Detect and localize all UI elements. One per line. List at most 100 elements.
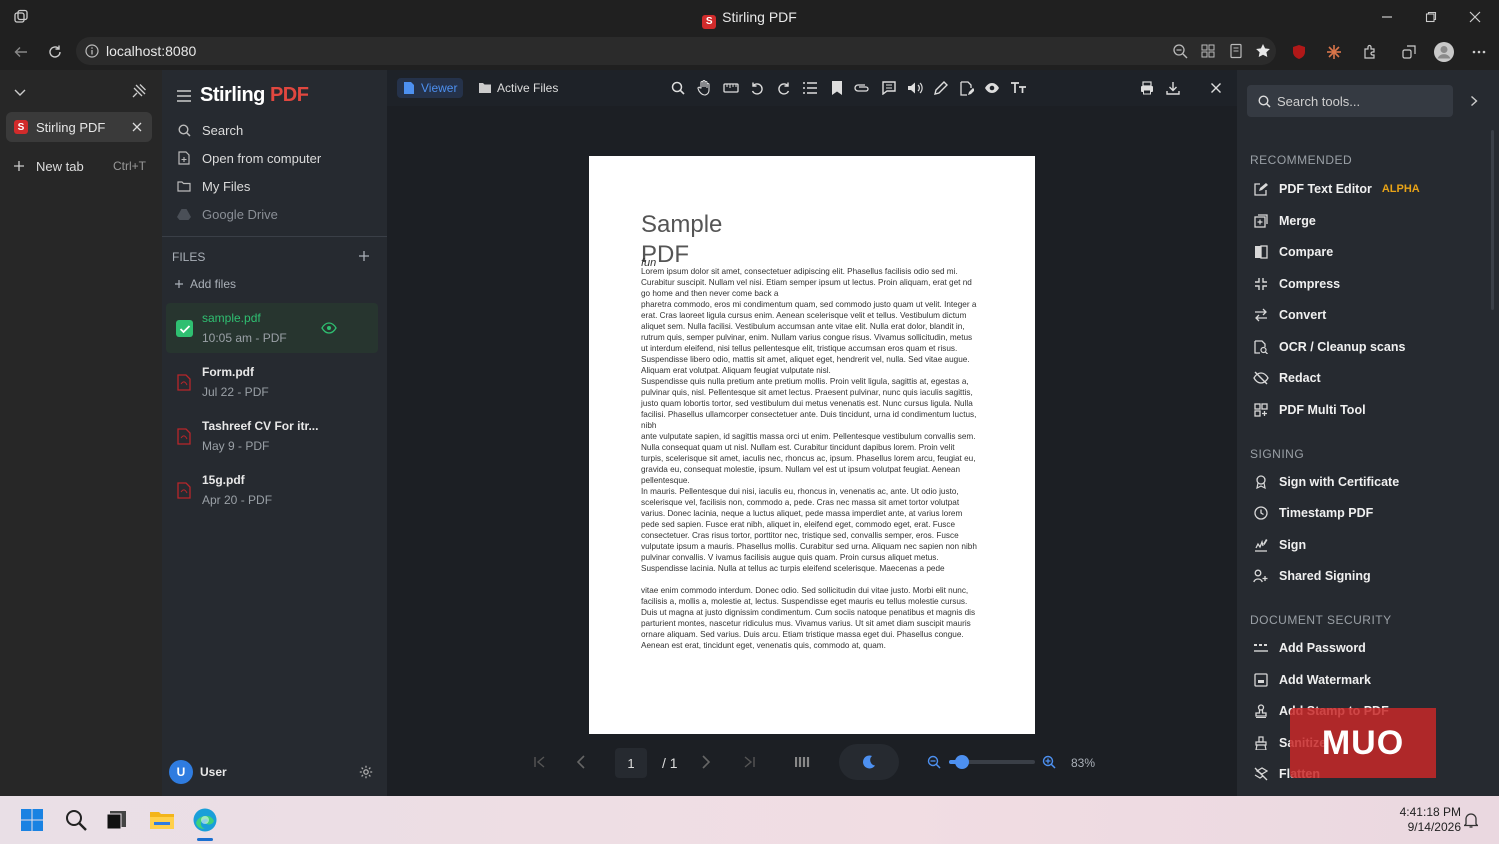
apps-icon[interactable] bbox=[1200, 43, 1216, 59]
reload-icon[interactable] bbox=[46, 43, 64, 61]
nav-search[interactable]: Search bbox=[176, 119, 243, 141]
zoom-slider[interactable] bbox=[949, 755, 1035, 769]
reading-view-icon[interactable] bbox=[1228, 43, 1244, 59]
zoom-page-icon[interactable] bbox=[1172, 43, 1188, 59]
file-icon bbox=[176, 151, 192, 165]
back-icon[interactable] bbox=[12, 43, 30, 61]
tool-sign-with-certificate[interactable]: Sign with Certificate bbox=[1253, 471, 1399, 493]
text-tool-icon[interactable] bbox=[1011, 80, 1027, 96]
first-page-icon[interactable] bbox=[533, 755, 547, 769]
next-page-icon[interactable] bbox=[699, 755, 713, 769]
search-tools-input[interactable] bbox=[1277, 92, 1447, 110]
nav-google-drive[interactable]: Google Drive bbox=[176, 203, 278, 225]
search-icon[interactable] bbox=[670, 80, 686, 96]
checkbox-checked-icon[interactable] bbox=[176, 320, 193, 337]
eye-icon[interactable] bbox=[984, 80, 1000, 96]
more-menu-icon[interactable] bbox=[1470, 43, 1488, 61]
tool-timestamp-pdf[interactable]: Timestamp PDF bbox=[1253, 502, 1373, 524]
tool-add-password[interactable]: Add Password bbox=[1253, 637, 1366, 659]
tools-scrollbar[interactable] bbox=[1491, 130, 1494, 310]
task-view-icon[interactable] bbox=[103, 806, 131, 834]
tool-pdf-text-editor[interactable]: PDF Text Editor ALPHA bbox=[1253, 178, 1420, 200]
tool-ocr[interactable]: OCR / Cleanup scans bbox=[1253, 336, 1405, 358]
search-tools-box[interactable] bbox=[1247, 85, 1453, 117]
ruler-icon[interactable] bbox=[723, 80, 739, 96]
zoom-out-icon[interactable] bbox=[926, 754, 942, 770]
edge-browser-icon[interactable] bbox=[191, 806, 219, 834]
tool-pdf-multi-tool[interactable]: PDF Multi Tool bbox=[1253, 399, 1366, 421]
close-tab-icon[interactable] bbox=[130, 120, 144, 134]
speaker-icon[interactable] bbox=[907, 80, 923, 96]
close-window-icon[interactable] bbox=[1464, 6, 1486, 28]
dark-mode-toggle[interactable] bbox=[839, 744, 899, 780]
tool-convert[interactable]: Convert bbox=[1253, 304, 1326, 326]
rotate-right-icon[interactable] bbox=[776, 80, 792, 96]
notification-bell-icon[interactable] bbox=[1463, 812, 1479, 828]
browser-tab-stirling[interactable]: S Stirling PDF bbox=[6, 112, 152, 142]
unpin-pane-icon[interactable] bbox=[130, 82, 148, 100]
address-bar[interactable]: localhost:8080 bbox=[76, 37, 1276, 65]
download-icon[interactable] bbox=[1165, 80, 1181, 96]
windows-start-icon[interactable] bbox=[18, 806, 46, 834]
list-icon[interactable] bbox=[802, 80, 818, 96]
minimize-icon[interactable] bbox=[1376, 6, 1398, 28]
eye-icon[interactable] bbox=[321, 321, 337, 335]
nav-open-from-computer[interactable]: Open from computer bbox=[176, 147, 321, 169]
profile-avatar-icon[interactable] bbox=[1433, 41, 1455, 63]
zoom-in-icon[interactable] bbox=[1041, 754, 1057, 770]
file-item[interactable]: Tashreef CV For itr... May 9 - PDF bbox=[166, 411, 378, 461]
zoom-slider-thumb[interactable] bbox=[955, 755, 969, 769]
file-item[interactable]: Form.pdf Jul 22 - PDF bbox=[166, 357, 378, 407]
chevron-down-icon[interactable] bbox=[12, 84, 28, 100]
settings-gear-icon[interactable] bbox=[358, 764, 374, 780]
add-file-plus-icon[interactable] bbox=[357, 249, 371, 263]
rotate-left-icon[interactable] bbox=[749, 80, 765, 96]
file-item[interactable]: 15g.pdf Apr 20 - PDF bbox=[166, 465, 378, 515]
app-left-sidebar: Stirling PDF Search Open from computer M… bbox=[162, 70, 387, 796]
page-number-input[interactable]: 1 bbox=[615, 748, 647, 778]
comment-icon[interactable] bbox=[881, 80, 897, 96]
file-item-selected[interactable]: sample.pdf 10:05 am - PDF bbox=[166, 303, 378, 353]
add-files-button[interactable]: Add files bbox=[174, 273, 236, 295]
tab-viewer[interactable]: Viewer bbox=[397, 78, 464, 98]
close-viewer-icon[interactable] bbox=[1208, 80, 1224, 96]
tool-compress[interactable]: Compress bbox=[1253, 273, 1340, 295]
favorite-star-icon[interactable] bbox=[1254, 42, 1272, 60]
pan-hand-icon[interactable] bbox=[696, 80, 712, 96]
edit-icon bbox=[1253, 181, 1269, 197]
tool-merge[interactable]: Merge bbox=[1253, 210, 1316, 232]
info-icon[interactable] bbox=[84, 43, 100, 59]
new-tab-button[interactable]: New tab Ctrl+T bbox=[12, 156, 152, 176]
attachment-icon[interactable] bbox=[854, 80, 870, 96]
section-recommended: RECOMMENDED bbox=[1250, 153, 1353, 167]
user-avatar[interactable]: U bbox=[169, 760, 193, 784]
tab-active-files[interactable]: Active Files bbox=[473, 78, 564, 98]
restore-icon[interactable] bbox=[1420, 6, 1442, 28]
tool-add-watermark[interactable]: Add Watermark bbox=[1253, 669, 1371, 691]
tool-compare[interactable]: Compare bbox=[1253, 241, 1333, 263]
url-text[interactable]: localhost:8080 bbox=[106, 43, 196, 59]
tool-redact[interactable]: Redact bbox=[1253, 367, 1321, 389]
page-grid-icon[interactable] bbox=[795, 755, 811, 769]
previous-page-icon[interactable] bbox=[574, 755, 588, 769]
extensions-puzzle-icon[interactable] bbox=[1361, 43, 1379, 61]
bookmark-icon[interactable] bbox=[829, 80, 845, 96]
hamburger-menu-icon[interactable] bbox=[176, 88, 192, 104]
system-clock[interactable]: 4:41:18 PM 9/14/2026 bbox=[1400, 805, 1461, 835]
nav-my-files[interactable]: My Files bbox=[176, 175, 250, 197]
tool-sign[interactable]: Sign bbox=[1253, 534, 1306, 556]
last-page-icon[interactable] bbox=[742, 755, 756, 769]
tool-shared-signing[interactable]: Shared Signing bbox=[1253, 565, 1371, 587]
chevron-right-icon[interactable] bbox=[1467, 94, 1481, 108]
vertical-tabs-panel: S Stirling PDF New tab Ctrl+T bbox=[0, 70, 162, 796]
pdf-page[interactable]: Sample PDF fun Lorem ipsum dolor sit amet… bbox=[589, 156, 1035, 734]
claude-extension-icon[interactable] bbox=[1325, 43, 1343, 61]
ublock-extension-icon[interactable] bbox=[1290, 43, 1308, 61]
ocr-icon bbox=[1253, 339, 1269, 355]
pen-icon[interactable] bbox=[933, 80, 949, 96]
collections-icon[interactable] bbox=[1400, 43, 1418, 61]
file-explorer-icon[interactable] bbox=[148, 806, 176, 834]
print-icon[interactable] bbox=[1139, 80, 1155, 96]
taskbar-search-icon[interactable] bbox=[62, 806, 90, 834]
edit-file-icon[interactable] bbox=[959, 80, 975, 96]
